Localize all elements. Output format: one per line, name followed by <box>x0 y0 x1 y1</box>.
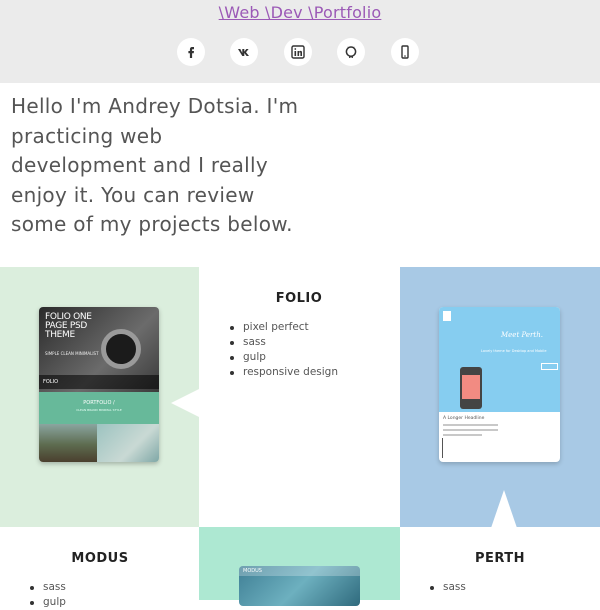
facebook-icon <box>188 47 194 58</box>
facebook-link[interactable] <box>177 38 205 66</box>
folio-title[interactable]: FOLIO <box>199 291 399 306</box>
perth-title[interactable]: PERTH <box>400 551 600 566</box>
site-title-link[interactable]: \Web \Dev \Portfolio <box>0 3 600 22</box>
folio-hero-image: FOLIO ONE PAGE PSD THEME SIMPLE CLEAN MI… <box>39 307 159 392</box>
header-bar: \Web \Dev \Portfolio <box>0 0 600 83</box>
phone-icon <box>401 45 409 59</box>
perth-thumb-script-title: Meet Perth. <box>501 331 543 339</box>
list-item: sass <box>230 335 338 350</box>
camera-image <box>101 329 141 369</box>
phone-mockup-image <box>460 367 482 409</box>
folio-thumb-logo: FOLIO <box>43 379 59 385</box>
folio-pointer-arrow <box>171 389 199 417</box>
github-icon <box>345 46 357 58</box>
folio-feature-list: pixel perfect sass gulp responsive desig… <box>230 320 338 380</box>
perth-thumb-text-lines <box>443 424 498 439</box>
modus-thumb-nav: MODUS <box>239 566 360 576</box>
perth-pointer-arrow <box>491 490 517 528</box>
linkedin-link[interactable] <box>284 38 312 66</box>
perth-hero-image: Meet Perth. Lovely theme for Desktop and… <box>439 307 560 412</box>
folio-info-cell <box>199 267 400 527</box>
intro-text: Hello I'm Andrey Dotsia. I'm practicing … <box>11 94 299 236</box>
abstract-image <box>97 424 159 462</box>
folio-thumb-banner: PORTFOLIO / CLEAN BRAND MINIMAL STYLE <box>39 392 159 424</box>
folio-thumb-banner-subtitle: CLEAN BRAND MINIMAL STYLE <box>76 408 122 412</box>
perth-thumb-quote-bar <box>442 438 443 458</box>
modus-thumb-logo: MODUS <box>243 568 262 574</box>
list-item: pixel perfect <box>230 320 338 335</box>
modus-feature-list: sass gulp <box>30 580 66 610</box>
list-item: gulp <box>230 350 338 365</box>
perth-thumb-subtitle: Lovely theme for Desktop and Mobile <box>481 349 547 353</box>
perth-thumb-heading: A Longer Headline <box>443 416 485 421</box>
folio-thumb-banner-title: PORTFOLIO / <box>83 400 115 406</box>
list-item: sass <box>30 580 66 595</box>
list-item: gulp <box>30 595 66 610</box>
phone-screen <box>462 375 480 399</box>
landscape-image <box>39 424 97 462</box>
list-item: responsive design <box>230 365 338 380</box>
folio-thumb-tagline: SIMPLE CLEAN MINIMALIST <box>45 351 99 356</box>
perth-feature-list: sass <box>430 580 466 595</box>
vk-icon <box>238 49 249 56</box>
perth-thumb-button <box>541 363 558 370</box>
vk-link[interactable] <box>230 38 258 66</box>
phone-link[interactable] <box>391 38 419 66</box>
linkedin-icon <box>291 45 305 59</box>
folio-thumb-nav: FOLIO <box>39 375 159 389</box>
modus-title[interactable]: MODUS <box>0 551 200 566</box>
folio-thumb-headline: FOLIO ONE PAGE PSD THEME <box>45 312 92 340</box>
folio-project-thumbnail[interactable]: FOLIO ONE PAGE PSD THEME SIMPLE CLEAN MI… <box>39 307 159 462</box>
perth-project-thumbnail[interactable]: Meet Perth. Lovely theme for Desktop and… <box>439 307 560 462</box>
list-item: sass <box>430 580 466 595</box>
github-link[interactable] <box>337 38 365 66</box>
modus-project-thumbnail[interactable]: MODUS <box>239 566 360 606</box>
perth-thumb-logo <box>443 311 451 321</box>
